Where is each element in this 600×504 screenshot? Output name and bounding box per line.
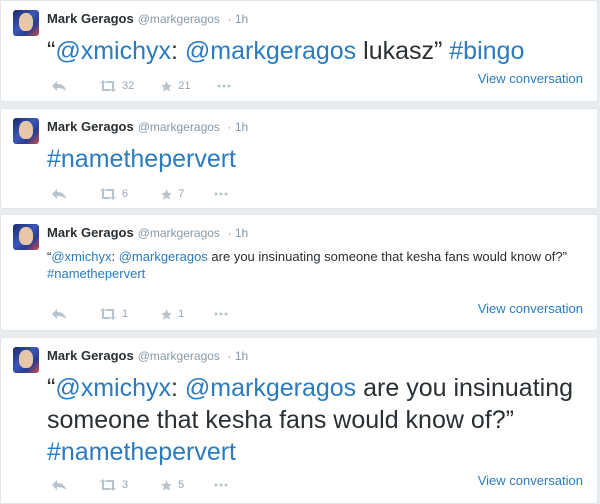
favorite-button[interactable]: 5 [160, 479, 184, 492]
more-button[interactable] [214, 312, 228, 316]
tweet-header: Mark Geragos @markgeragos · 1h [47, 119, 248, 134]
author-name[interactable]: Mark Geragos [47, 348, 134, 363]
mention-link[interactable]: @markgeragos [185, 374, 356, 402]
more-icon [214, 312, 228, 316]
hashtag-link[interactable]: #namethepervert [47, 266, 145, 281]
avatar[interactable] [13, 118, 39, 144]
tweet-card[interactable]: Mark Geragos @markgeragos · 1h “@xmichyx:… [0, 214, 598, 331]
mention-link[interactable]: @xmichyx [55, 37, 171, 65]
tweet-header: Mark Geragos @markgeragos · 1h [47, 11, 248, 26]
reply-button[interactable] [51, 188, 67, 200]
favorite-count: 5 [178, 479, 185, 491]
star-icon [161, 308, 173, 320]
favorite-button[interactable]: 1 [160, 308, 184, 321]
reply-button[interactable] [51, 308, 67, 320]
tweet-actions: 3 5 [51, 477, 228, 493]
text-segment: : [111, 249, 119, 264]
author-handle[interactable]: @markgeragos [138, 120, 220, 134]
retweet-count: 6 [122, 188, 129, 200]
retweet-icon [100, 188, 116, 200]
star-icon [161, 188, 173, 200]
favorite-count: 21 [178, 80, 191, 92]
text-segment: : [171, 374, 185, 402]
author-name[interactable]: Mark Geragos [47, 11, 134, 26]
tweet-time[interactable]: · 1h [228, 349, 249, 363]
retweet-button[interactable]: 32 [99, 80, 134, 92]
author-handle[interactable]: @markgeragos [138, 226, 220, 240]
hashtag-link[interactable]: #namethepervert [47, 438, 236, 466]
retweet-button[interactable]: 1 [99, 308, 128, 320]
mention-link[interactable]: @xmichyx [51, 249, 111, 264]
retweet-icon [100, 308, 116, 320]
text-segment: lukasz” [356, 37, 450, 65]
more-button[interactable] [214, 483, 228, 487]
mention-link[interactable]: @xmichyx [55, 374, 171, 402]
favorite-button[interactable]: 21 [160, 80, 191, 93]
tweet-header: Mark Geragos @markgeragos · 1h [47, 348, 248, 363]
author-name[interactable]: Mark Geragos [47, 119, 134, 134]
reply-button[interactable] [51, 80, 67, 92]
reply-icon [52, 480, 66, 490]
favorite-count: 7 [178, 188, 185, 200]
reply-icon [52, 309, 66, 319]
view-conversation-link[interactable]: View conversation [478, 473, 583, 488]
tweet-actions: 32 21 [51, 78, 231, 94]
author-handle[interactable]: @markgeragos [138, 349, 220, 363]
tweet-text: #namethepervert [47, 143, 236, 175]
reply-icon [52, 81, 66, 91]
avatar[interactable] [13, 347, 39, 373]
tweet-time[interactable]: · 1h [228, 120, 249, 134]
tweet-text: “@xmichyx: @markgeragos lukasz” #bingo [47, 35, 524, 67]
reply-button[interactable] [51, 479, 67, 491]
hashtag-link[interactable]: #namethepervert [47, 145, 236, 173]
more-button[interactable] [217, 84, 231, 88]
tweet-header: Mark Geragos @markgeragos · 1h [47, 225, 248, 240]
tweet-actions: 1 1 [51, 306, 228, 322]
more-icon [217, 84, 230, 88]
author-handle[interactable]: @markgeragos [138, 12, 220, 26]
retweet-count: 32 [122, 80, 135, 92]
view-conversation-link[interactable]: View conversation [478, 71, 583, 86]
author-name[interactable]: Mark Geragos [47, 225, 134, 240]
text-segment: : [171, 37, 185, 65]
tweet-card[interactable]: Mark Geragos @markgeragos · 1h “@xmichyx:… [0, 337, 598, 504]
more-button[interactable] [214, 192, 228, 196]
more-icon [214, 483, 228, 487]
reply-icon [52, 189, 66, 199]
tweet-card[interactable]: Mark Geragos @markgeragos · 1h #namethepe… [0, 108, 598, 209]
retweet-count: 1 [122, 308, 129, 320]
retweet-button[interactable]: 3 [99, 479, 128, 491]
avatar[interactable] [13, 224, 39, 250]
favorite-button[interactable]: 7 [160, 188, 184, 201]
tweet-card[interactable]: Mark Geragos @markgeragos · 1h “@xmichyx:… [0, 0, 598, 102]
text-segment: are you insinuating someone that kesha f… [207, 249, 567, 264]
view-conversation-link[interactable]: View conversation [478, 301, 583, 316]
retweet-icon [100, 479, 116, 491]
avatar[interactable] [13, 10, 39, 36]
star-icon [161, 479, 173, 491]
tweet-time[interactable]: · 1h [228, 12, 249, 26]
mention-link[interactable]: @markgeragos [119, 249, 208, 264]
star-icon [161, 80, 173, 92]
hashtag-link[interactable]: #bingo [449, 37, 524, 65]
tweet-feed: Mark Geragos @markgeragos · 1h “@xmichyx:… [0, 0, 600, 504]
retweet-icon [100, 80, 116, 92]
tweet-text: “@xmichyx: @markgeragos are you insinuat… [47, 372, 587, 468]
tweet-time[interactable]: · 1h [228, 226, 249, 240]
favorite-count: 1 [178, 308, 185, 320]
mention-link[interactable]: @markgeragos [185, 37, 356, 65]
retweet-button[interactable]: 6 [99, 188, 128, 200]
more-icon [214, 192, 228, 196]
retweet-count: 3 [122, 479, 129, 491]
tweet-text: “@xmichyx: @markgeragos are you insinuat… [47, 248, 577, 282]
tweet-actions: 6 7 [51, 186, 228, 202]
